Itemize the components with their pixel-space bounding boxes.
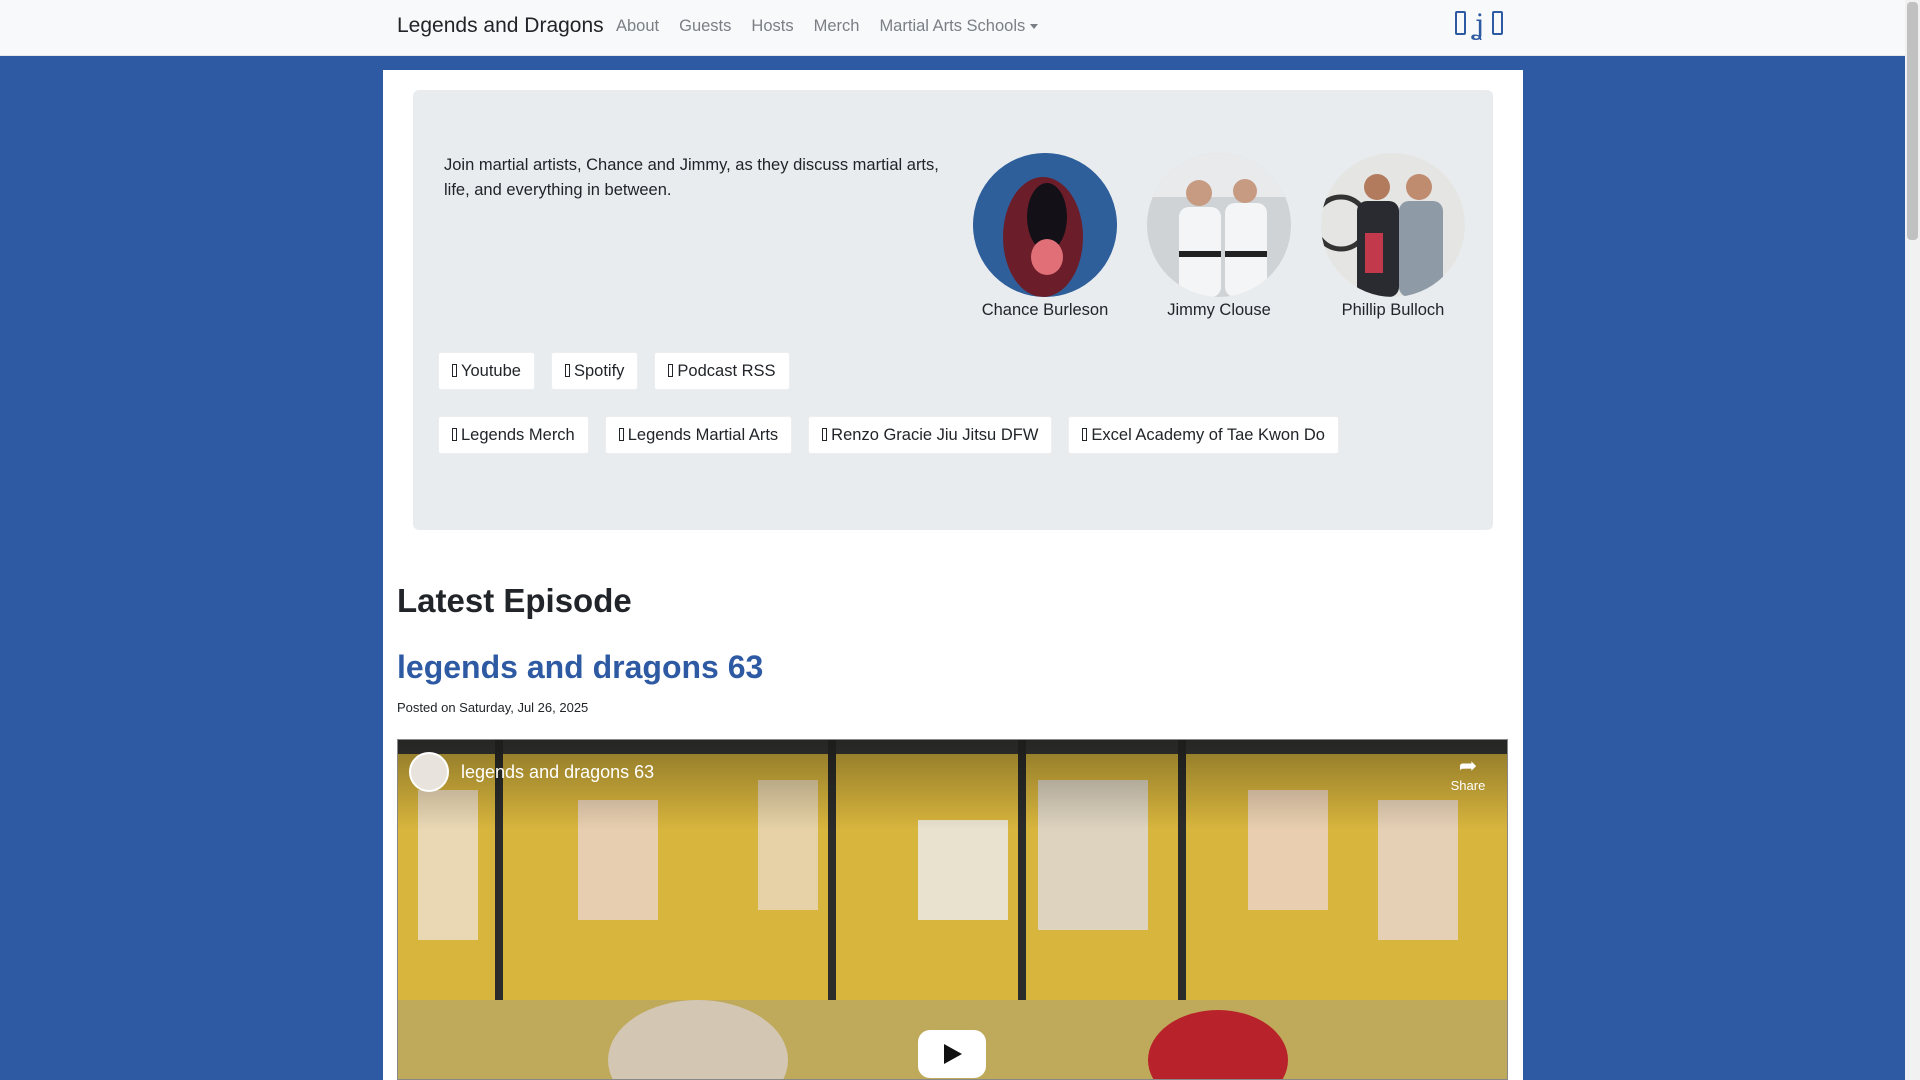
- share-button[interactable]: ➦ Share: [1443, 753, 1493, 794]
- youtube-embed[interactable]: legends and dragons 63 ➦ Share: [397, 739, 1508, 1080]
- spotify-icon: [564, 364, 570, 377]
- intro-jumbotron: Join martial artists, Chance and Jimmy, …: [413, 90, 1493, 530]
- rss-icon: [668, 364, 674, 377]
- link-icon: [1082, 428, 1088, 441]
- social-links: ʝ: [1455, 11, 1503, 41]
- video-title[interactable]: legends and dragons 63: [461, 762, 654, 783]
- nav-link-hosts[interactable]: Hosts: [751, 17, 793, 36]
- button-label: Renzo Gracie Jiu Jitsu DFW: [831, 426, 1039, 444]
- nav-link-merch[interactable]: Merch: [814, 17, 860, 36]
- spotify-button[interactable]: Spotify: [550, 352, 639, 390]
- share-icon: ➦: [1458, 753, 1478, 778]
- video-header-overlay: [398, 740, 1507, 830]
- episode-posted-date: Posted on Saturday, Jul 26, 2025: [397, 700, 589, 715]
- play-button[interactable]: [918, 1030, 986, 1078]
- site-brand[interactable]: Legends and Dragons: [397, 14, 604, 38]
- button-label: Legends Martial Arts: [627, 426, 779, 444]
- host-name: Chance Burleson: [981, 301, 1109, 319]
- instagram-icon[interactable]: [1492, 11, 1503, 35]
- episode-title-link[interactable]: legends and dragons 63: [397, 649, 763, 686]
- host-card: Phillip Bulloch: [1318, 153, 1468, 320]
- share-label: Share: [1450, 778, 1486, 793]
- nav-link-about[interactable]: About: [616, 17, 659, 36]
- nav-link-guests[interactable]: Guests: [679, 17, 731, 36]
- avatar: [1147, 153, 1291, 297]
- legends-merch-button[interactable]: Legends Merch: [438, 416, 589, 454]
- nav-dropdown-martial-arts-schools[interactable]: Martial Arts Schools: [879, 17, 1039, 36]
- page-scrollbar[interactable]: [1905, 0, 1920, 1080]
- host-photo: [973, 153, 1117, 297]
- nav-links: About Guests Hosts Merch Martial Arts Sc…: [606, 17, 1048, 36]
- link-buttons: Legends Merch Legends Martial Arts Renzo…: [438, 416, 1339, 454]
- avatar: [1321, 153, 1465, 297]
- facebook-icon[interactable]: [1455, 11, 1466, 35]
- avatar: [973, 153, 1117, 297]
- intro-tagline: Join martial artists, Chance and Jimmy, …: [444, 156, 939, 199]
- threads-icon[interactable]: ʝ: [1472, 11, 1486, 41]
- button-label: Spotify: [573, 362, 625, 380]
- shop-icon: [452, 428, 457, 441]
- button-label: Excel Academy of Tae Kwon Do: [1091, 426, 1325, 444]
- channel-avatar[interactable]: [409, 752, 449, 792]
- top-navbar: Legends and Dragons About Guests Hosts M…: [0, 0, 1905, 56]
- host-photo: [1321, 153, 1465, 297]
- renzo-gracie-button[interactable]: Renzo Gracie Jiu Jitsu DFW: [808, 416, 1053, 454]
- host-name: Jimmy Clouse: [1167, 301, 1271, 319]
- link-icon: [822, 428, 828, 441]
- host-card: Chance Burleson: [970, 153, 1120, 320]
- latest-episode-heading: Latest Episode: [397, 582, 632, 619]
- link-icon: [618, 428, 624, 441]
- youtube-icon: [452, 364, 457, 377]
- chevron-down-icon: [1030, 24, 1039, 30]
- button-label: Legends Merch: [461, 426, 575, 444]
- button-label: Podcast RSS: [677, 362, 776, 380]
- youtube-button[interactable]: Youtube: [438, 352, 535, 390]
- main-container: Join martial artists, Chance and Jimmy, …: [383, 70, 1523, 1080]
- scrollbar-thumb[interactable]: [1907, 2, 1918, 240]
- podcast-rss-button[interactable]: Podcast RSS: [654, 352, 790, 390]
- host-card: Jimmy Clouse: [1144, 153, 1294, 320]
- host-photo: [1147, 153, 1291, 297]
- host-name: Phillip Bulloch: [1341, 301, 1445, 319]
- excel-academy-button[interactable]: Excel Academy of Tae Kwon Do: [1068, 416, 1339, 454]
- button-label: Youtube: [461, 362, 521, 380]
- nav-dropdown-label: Martial Arts Schools: [879, 17, 1026, 35]
- legends-martial-arts-button[interactable]: Legends Martial Arts: [604, 416, 793, 454]
- listen-buttons: Youtube Spotify Podcast RSS: [438, 352, 790, 390]
